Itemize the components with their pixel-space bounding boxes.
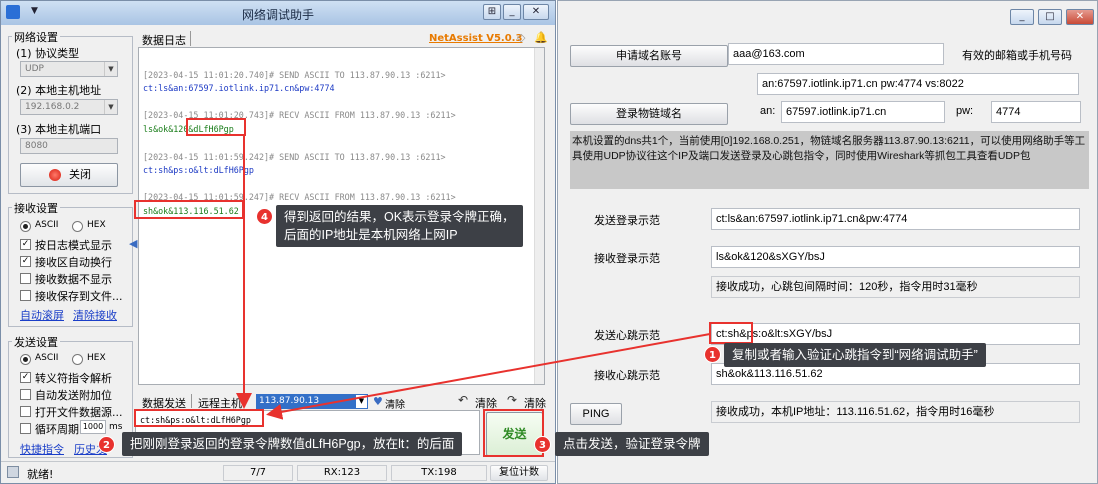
callout-4-line-1: 得到返回的结果，OK表示登录令牌正确， <box>284 210 515 224</box>
arrow-heart-to-send <box>266 333 711 420</box>
callout-3-badge: 3 <box>534 436 551 453</box>
callout-3: 点击发送，验证登录令牌 <box>555 432 709 456</box>
annotation-arrows <box>236 136 711 420</box>
callout-4: 得到返回的结果，OK表示登录令牌正确， 后面的IP地址是本机网络上网IP <box>276 205 523 247</box>
callout-1-badge: 1 <box>704 346 721 363</box>
callout-2-badge: 2 <box>98 436 115 453</box>
callout-2: 把刚刚登录返回的登录令牌数值dLfH6Pgp，放在lt：的后面 <box>122 432 463 456</box>
callout-4-badge: 4 <box>256 208 273 225</box>
callout-4-line-2: 后面的IP地址是本机网络上网IP <box>284 228 458 242</box>
callout-1: 复制或者输入验证心跳指令到“网络调试助手” <box>724 343 986 367</box>
